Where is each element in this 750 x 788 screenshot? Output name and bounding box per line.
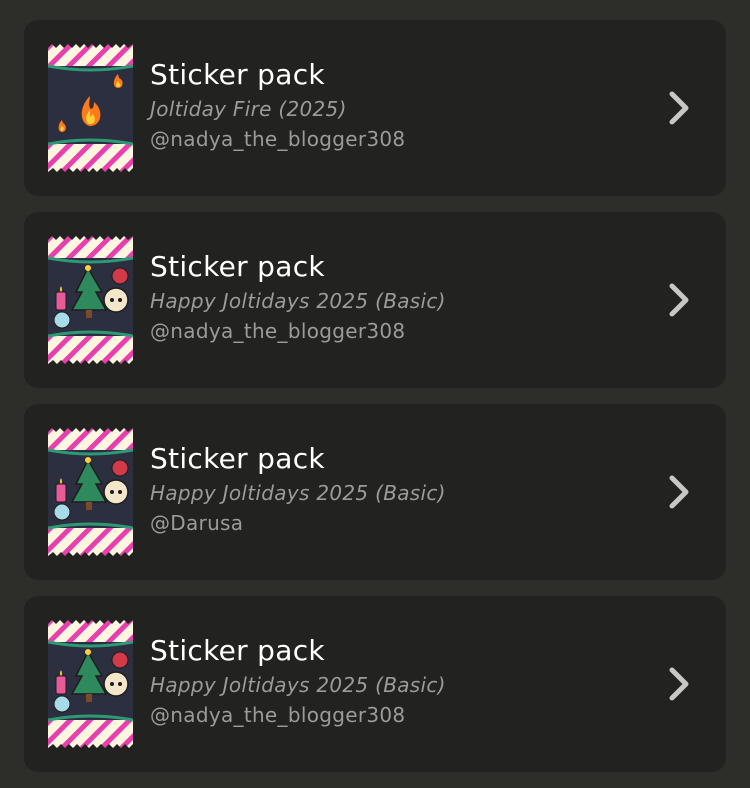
- pack-text: Sticker pack Joltiday Fire (2025) @nadya…: [150, 58, 405, 154]
- pack-type-label: Sticker pack: [150, 250, 325, 283]
- chevron-right-icon: [669, 475, 689, 509]
- pack-text: Sticker pack Happy Joltidays 2025 (Basic…: [150, 634, 446, 730]
- pack-type-label: Sticker pack: [150, 634, 325, 667]
- sticker-pack-item[interactable]: Sticker pack Joltiday Fire (2025) @nadya…: [24, 20, 726, 196]
- pack-author: @nadya_the_blogger308: [150, 703, 406, 727]
- pack-author: @Darusa: [150, 511, 244, 535]
- pack-text: Sticker pack Happy Joltidays 2025 (Basic…: [150, 442, 446, 538]
- sticker-pack-list: Sticker pack Joltiday Fire (2025) @nadya…: [24, 20, 726, 788]
- chevron-right-icon: [669, 283, 689, 317]
- sticker-pack-item[interactable]: Sticker pack Happy Joltidays 2025 (Basic…: [24, 596, 726, 772]
- pack-text: Sticker pack Happy Joltidays 2025 (Basic…: [150, 250, 446, 346]
- holiday-pack-icon: [48, 620, 133, 748]
- holiday-pack-icon: [48, 236, 133, 364]
- pack-name: Happy Joltidays 2025 (Basic): [150, 673, 446, 697]
- fire-pack-icon: [48, 44, 133, 172]
- sticker-pack-item[interactable]: Sticker pack Happy Joltidays 2025 (Basic…: [24, 404, 726, 580]
- pack-name: Joltiday Fire (2025): [150, 97, 347, 121]
- pack-name: Happy Joltidays 2025 (Basic): [150, 289, 446, 313]
- pack-author: @nadya_the_blogger308: [150, 127, 406, 151]
- chevron-right-icon: [669, 91, 689, 125]
- pack-name: Happy Joltidays 2025 (Basic): [150, 481, 446, 505]
- pack-type-label: Sticker pack: [150, 442, 325, 475]
- pack-type-label: Sticker pack: [150, 58, 325, 91]
- sticker-pack-item[interactable]: Sticker pack Happy Joltidays 2025 (Basic…: [24, 212, 726, 388]
- chevron-right-icon: [669, 667, 689, 701]
- holiday-pack-icon: [48, 428, 133, 556]
- pack-author: @nadya_the_blogger308: [150, 319, 406, 343]
